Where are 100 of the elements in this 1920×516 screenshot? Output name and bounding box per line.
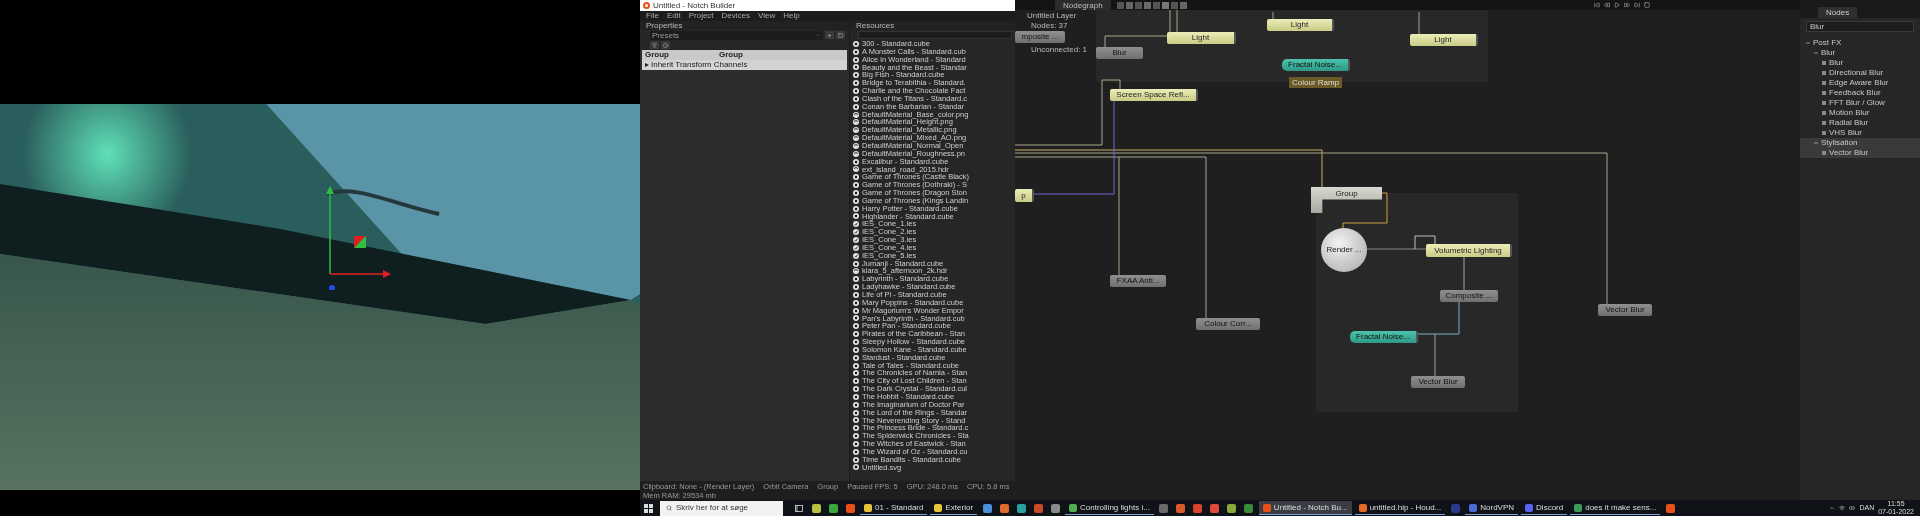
tree-item[interactable]: Feedback Blur bbox=[1800, 88, 1920, 98]
tree-item[interactable]: Stylisation bbox=[1800, 138, 1920, 148]
graph-node[interactable]: Fractal Noise... bbox=[1350, 331, 1418, 343]
menu-item[interactable]: Edit bbox=[663, 11, 684, 21]
graph-node[interactable]: Light bbox=[1167, 32, 1236, 44]
tree-item[interactable]: Edge Aware Blur bbox=[1800, 78, 1920, 88]
toolbar-square-icon[interactable] bbox=[1125, 1, 1133, 9]
graph-node[interactable]: Fractal Noise... bbox=[1282, 59, 1350, 71]
connection-wire bbox=[1272, 11, 1274, 20]
toolbar-square-icon[interactable] bbox=[1170, 1, 1178, 9]
menu-item[interactable]: View bbox=[755, 11, 779, 21]
search-icon bbox=[666, 505, 672, 511]
stop-icon[interactable] bbox=[1644, 2, 1650, 8]
graph-node[interactable]: Volumetric Lighting bbox=[1426, 244, 1512, 257]
toolbar-square-icon[interactable] bbox=[1179, 1, 1187, 9]
taskbar-window-button[interactable]: untitled.hip - Houd... bbox=[1354, 501, 1446, 515]
node-type-icon bbox=[1822, 101, 1826, 105]
search-field[interactable]: Skriv her for at søge bbox=[660, 500, 783, 516]
add-button[interactable] bbox=[825, 31, 834, 39]
collapse-icon[interactable] bbox=[1806, 41, 1810, 45]
graph-node[interactable]: Colour Corr... bbox=[1196, 318, 1260, 330]
column-header: Group bbox=[719, 50, 744, 60]
chevron-up-icon[interactable] bbox=[1829, 505, 1836, 511]
menu-item[interactable]: Project bbox=[685, 11, 717, 21]
graph-node[interactable]: Light bbox=[1267, 19, 1334, 31]
plus-icon bbox=[827, 32, 832, 38]
filter-button[interactable] bbox=[650, 41, 659, 49]
caret-icon bbox=[816, 32, 821, 38]
nodegraph-tab[interactable]: Nodegraph bbox=[1055, 0, 1111, 10]
menu-item[interactable]: Devices bbox=[718, 11, 754, 21]
skip-forward-icon[interactable] bbox=[1634, 2, 1640, 8]
taskbar-window-button[interactable]: NordVPN bbox=[1465, 501, 1519, 515]
network-icon[interactable] bbox=[1839, 505, 1846, 511]
connection-wire bbox=[1418, 11, 1420, 35]
node-type-icon bbox=[1822, 131, 1826, 135]
node-type-icon bbox=[1822, 151, 1826, 155]
circle-button[interactable] bbox=[661, 41, 670, 49]
collapse-icon[interactable] bbox=[1814, 51, 1818, 55]
graph-node[interactable]: Light bbox=[1410, 34, 1478, 46]
layer-title: Untitled Layer bbox=[1027, 11, 1077, 20]
fast-forward-icon[interactable] bbox=[1624, 2, 1630, 8]
toolbar-square-icon[interactable] bbox=[1134, 1, 1142, 9]
node-type-icon bbox=[1822, 71, 1826, 75]
taskbar-window-button[interactable]: Exterior bbox=[930, 501, 978, 515]
node-type-icon bbox=[1822, 111, 1826, 115]
taskbar-window-button[interactable]: Untitled - Notch Bu... bbox=[1258, 501, 1352, 515]
taskbar-window-button[interactable]: does it make sens... bbox=[1570, 501, 1661, 515]
connection-wire bbox=[1104, 35, 1168, 48]
tree-item[interactable]: Motion Blur bbox=[1800, 108, 1920, 118]
tree-item[interactable]: Post FX bbox=[1800, 38, 1920, 48]
search-field[interactable]: Blur bbox=[1806, 21, 1914, 32]
node-count: Nodes: 37 bbox=[1031, 21, 1068, 30]
graph-node[interactable]: Vector Blur bbox=[1411, 376, 1465, 388]
skip-back-icon[interactable] bbox=[1594, 2, 1600, 8]
toolbar-square-icon[interactable] bbox=[1116, 1, 1124, 9]
menu-item[interactable]: File bbox=[643, 11, 662, 21]
task-view-icon bbox=[795, 504, 803, 512]
toolbar-square-icon[interactable] bbox=[1143, 1, 1151, 9]
menu-item[interactable]: Help bbox=[780, 11, 803, 21]
nodes-tab[interactable]: Nodes bbox=[1818, 7, 1858, 18]
column-header: Group bbox=[645, 50, 670, 60]
presets-dropdown[interactable]: Presets bbox=[650, 30, 823, 40]
graph-node[interactable]: Screen Space Refl... bbox=[1110, 89, 1198, 101]
taskbar-window-button[interactable]: Discord bbox=[1521, 501, 1568, 515]
expand-arrow-icon[interactable] bbox=[645, 63, 649, 67]
taskbar-window-button[interactable]: 01 - Standard bbox=[860, 501, 928, 515]
window-title: Untitled - Notch Builder bbox=[653, 0, 736, 11]
node-type-icon bbox=[1822, 81, 1826, 85]
property-row[interactable]: Inherit Transform Channels bbox=[642, 60, 847, 70]
tree-item[interactable]: VHS Blur bbox=[1800, 128, 1920, 138]
graph-node[interactable]: mposite ... bbox=[1015, 31, 1065, 43]
volume-icon[interactable] bbox=[1849, 505, 1856, 511]
connection-wire bbox=[1169, 10, 1171, 33]
node-type-icon bbox=[1822, 91, 1826, 95]
tree-item[interactable]: Vector Blur bbox=[1800, 148, 1920, 158]
play-icon[interactable] bbox=[1614, 2, 1620, 8]
tree-item[interactable]: Directional Blur bbox=[1800, 68, 1920, 78]
panel-title: Resources bbox=[856, 21, 895, 30]
graph-node[interactable]: Blur bbox=[1096, 47, 1143, 59]
tree-item[interactable]: Radial Blur bbox=[1800, 118, 1920, 128]
panel-title: Properties bbox=[646, 21, 683, 30]
start-icon[interactable] bbox=[644, 503, 653, 513]
tree-item[interactable]: FFT Blur / Glow bbox=[1800, 98, 1920, 108]
taskbar-window-button[interactable]: Controlling lights i... bbox=[1065, 501, 1154, 515]
toolbar-square-icon[interactable] bbox=[1161, 1, 1169, 9]
circle-icon bbox=[663, 42, 668, 48]
node-type-icon bbox=[1822, 61, 1826, 65]
node-type-icon bbox=[1822, 121, 1826, 125]
tree-item[interactable]: Blur bbox=[1800, 48, 1920, 58]
rewind-icon[interactable] bbox=[1604, 2, 1610, 8]
collapse-icon[interactable] bbox=[1814, 141, 1818, 145]
graph-node[interactable]: FXAA Anti... bbox=[1110, 275, 1166, 287]
node-tooltip: Colour Ramp bbox=[1289, 77, 1343, 88]
toolbar-square-icon[interactable] bbox=[1152, 1, 1160, 9]
graph-node[interactable]: p bbox=[1015, 189, 1034, 202]
unconnected-count: Unconnected: 1 bbox=[1031, 45, 1088, 54]
graph-node[interactable]: Vector Blur bbox=[1598, 304, 1652, 316]
graph-node[interactable]: Composite ... bbox=[1440, 290, 1498, 302]
filter-icon bbox=[652, 42, 657, 48]
tree-item[interactable]: Blur bbox=[1800, 58, 1920, 68]
